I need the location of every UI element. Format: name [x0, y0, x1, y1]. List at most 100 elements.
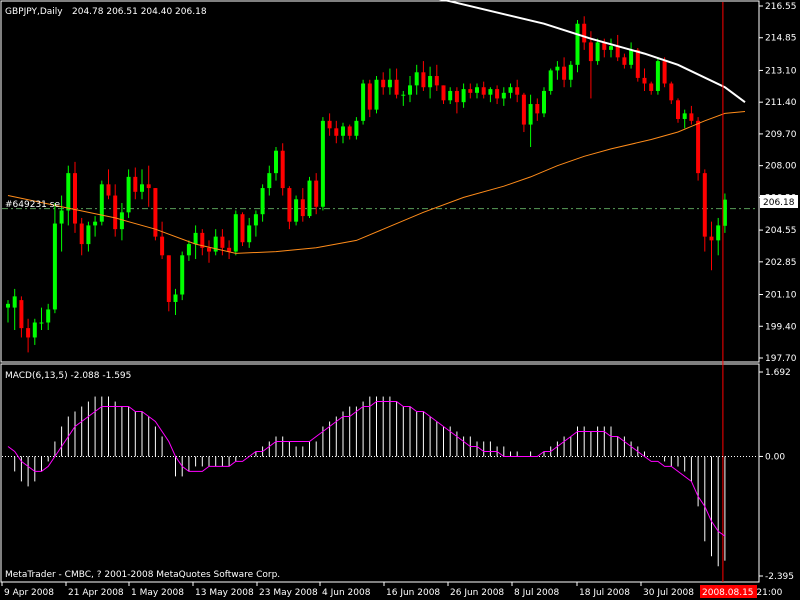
- candle-body: [548, 70, 553, 91]
- candle-body: [367, 83, 372, 110]
- candle-body: [220, 236, 225, 248]
- candle-body: [260, 188, 265, 215]
- candle-body: [555, 66, 560, 71]
- candle-body: [46, 309, 51, 323]
- candle-body: [93, 221, 98, 226]
- candle-body: [629, 49, 634, 65]
- candle-body: [133, 176, 138, 192]
- candle-body: [180, 255, 185, 295]
- candle-body: [113, 195, 118, 230]
- candle-body: [682, 113, 687, 119]
- candle-body: [66, 173, 71, 211]
- candle-body: [240, 214, 245, 243]
- candle-body: [428, 76, 433, 88]
- date-tick-label: 23 May 2008: [259, 588, 318, 598]
- candle-body: [327, 120, 332, 129]
- candle-body: [173, 294, 178, 302]
- candle-body: [515, 87, 520, 95]
- candle-body: [320, 120, 325, 207]
- macd-tick-label: 0.00: [765, 452, 785, 462]
- candle-body: [166, 255, 171, 302]
- date-tick-label: 1 May 2008: [131, 588, 184, 598]
- chart-symbol: GBPJPY,Daily: [5, 7, 63, 17]
- candle-body: [649, 83, 654, 91]
- candle-body: [454, 90, 459, 103]
- candle-body: [481, 87, 486, 95]
- candle-body: [501, 92, 506, 99]
- candle-body: [227, 247, 232, 252]
- price-tick-label: 211.40: [765, 98, 797, 108]
- candle-body: [622, 57, 627, 65]
- current-time-text: 2008.08.15 21:00: [702, 588, 783, 598]
- candle-body: [475, 87, 479, 93]
- candle-body: [106, 184, 111, 196]
- candle-body: [146, 184, 151, 189]
- candle-body: [722, 199, 727, 226]
- candle-body: [441, 85, 446, 101]
- date-tick-label: 30 Jul 2008: [643, 588, 694, 598]
- candle-body: [535, 104, 540, 114]
- candle-body: [448, 90, 453, 101]
- candle-body: [119, 212, 124, 230]
- date-tick-label: 16 Jun 2008: [386, 588, 440, 598]
- candle-body: [401, 94, 406, 96]
- candle-body: [314, 180, 319, 207]
- candle-body: [588, 42, 593, 62]
- date-tick-label: 26 Jun 2008: [450, 588, 504, 598]
- candle-body: [615, 46, 620, 58]
- date-tick-label: 21 Apr 2008: [68, 588, 124, 598]
- candle-body: [280, 150, 285, 189]
- chart-background: [0, 0, 800, 600]
- candle-body: [408, 85, 412, 95]
- candle-body: [676, 100, 680, 119]
- date-tick-label: 9 Apr 2008: [4, 588, 54, 598]
- price-tick-label: 201.10: [765, 291, 797, 301]
- candle-body: [79, 223, 84, 245]
- price-tick-label: 208.00: [765, 162, 797, 172]
- macd-label: MACD(6,13,5) -2.088 -1.595: [5, 371, 131, 381]
- date-tick-label: 4 Jun 2008: [322, 588, 371, 598]
- trading-chart[interactable]: 216.55 214.85 213.10 211.40 209.70 208.00 206.…: [0, 0, 800, 600]
- candle-body: [461, 89, 466, 103]
- copyright-text: MetaTrader - CMBC, ? 2001-2008 MetaQuote…: [5, 570, 280, 580]
- candle-body: [26, 328, 31, 338]
- date-tick-label: 13 May 2008: [195, 588, 254, 598]
- candle-body: [294, 199, 299, 222]
- candle-body: [696, 120, 701, 174]
- candle-body: [669, 83, 674, 101]
- hline-label: #649231 se: [5, 200, 60, 210]
- candle-body: [99, 184, 104, 222]
- price-tick-label: 199.40: [765, 322, 797, 332]
- candle-body: [59, 210, 64, 224]
- candle-body: [716, 225, 721, 241]
- chart-ohlc: 204.78 206.51 204.40 206.18: [72, 7, 207, 17]
- candle-body: [689, 113, 694, 121]
- candle-body: [655, 61, 660, 91]
- candle-body: [347, 126, 352, 136]
- macd-tick-label: 1.692: [765, 368, 791, 378]
- macd-tick-label: -2.395: [765, 572, 794, 582]
- price-tick-label: 202.85: [765, 258, 797, 268]
- candle-body: [381, 79, 386, 88]
- candle-body: [702, 173, 707, 237]
- candle-body: [595, 42, 600, 62]
- candle-body: [12, 296, 17, 308]
- date-tick-label: 18 Jul 2008: [579, 588, 630, 598]
- candle-body: [19, 300, 24, 329]
- candle-body: [575, 23, 580, 65]
- candle-body: [635, 49, 640, 78]
- candle-body: [562, 66, 567, 80]
- candle-body: [508, 87, 513, 93]
- candle-body: [394, 79, 399, 95]
- candle-body: [582, 23, 587, 43]
- candle-body: [160, 236, 165, 256]
- candle-body: [86, 225, 91, 245]
- candle-body: [387, 79, 392, 88]
- price-tick-label: 204.55: [765, 226, 797, 236]
- candle-body: [140, 184, 144, 192]
- candle-body: [609, 46, 613, 50]
- candle-body: [568, 64, 573, 80]
- candle-body: [52, 223, 57, 310]
- candle-body: [495, 89, 500, 99]
- candle-body: [709, 236, 714, 241]
